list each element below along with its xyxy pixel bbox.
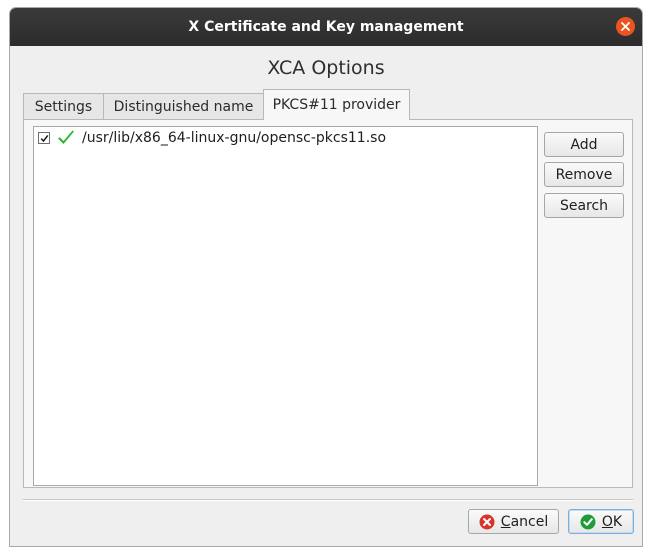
cancel-button-label: Cancel bbox=[500, 513, 549, 530]
close-button[interactable] bbox=[616, 17, 635, 36]
dialog-heading: XCA Options bbox=[267, 57, 385, 79]
search-button[interactable]: Search bbox=[544, 193, 624, 218]
options-dialog-window: X Certificate and Key management XCA Opt… bbox=[9, 7, 643, 547]
tab-settings-label: Settings bbox=[34, 99, 93, 115]
tab-distinguished-name-label: Distinguished name bbox=[113, 99, 254, 115]
cancel-button[interactable]: Cancel bbox=[468, 509, 559, 534]
ok-button-label: OK bbox=[601, 513, 623, 530]
remove-button[interactable]: Remove bbox=[544, 162, 624, 187]
provider-checkbox[interactable] bbox=[38, 132, 50, 144]
checkmark-icon bbox=[40, 134, 48, 142]
search-button-label: Search bbox=[559, 197, 609, 214]
provider-path: /usr/lib/x86_64-linux-gnu/opensc-pkcs11.… bbox=[82, 130, 387, 146]
ok-check-icon bbox=[580, 514, 596, 530]
pkcs11-provider-pane: /usr/lib/x86_64-linux-gnu/opensc-pkcs11.… bbox=[23, 119, 633, 488]
green-check-icon bbox=[57, 129, 75, 147]
tab-settings[interactable]: Settings bbox=[23, 93, 104, 120]
list-item[interactable]: /usr/lib/x86_64-linux-gnu/opensc-pkcs11.… bbox=[34, 127, 537, 149]
tab-pkcs11-provider[interactable]: PKCS#11 provider bbox=[263, 89, 410, 120]
remove-button-label: Remove bbox=[555, 166, 613, 183]
tab-distinguished-name[interactable]: Distinguished name bbox=[103, 93, 264, 120]
close-icon bbox=[621, 22, 630, 31]
ok-button[interactable]: OK bbox=[568, 509, 634, 534]
window-title: X Certificate and Key management bbox=[188, 19, 464, 35]
tab-bar: Settings Distinguished name PKCS#11 prov… bbox=[23, 88, 410, 120]
tab-pkcs11-provider-label: PKCS#11 provider bbox=[272, 97, 401, 113]
add-button-label: Add bbox=[570, 136, 598, 153]
footer-separator bbox=[23, 499, 633, 501]
title-bar[interactable]: X Certificate and Key management bbox=[10, 8, 642, 46]
add-button[interactable]: Add bbox=[544, 132, 624, 157]
cancel-icon bbox=[479, 514, 495, 530]
provider-list[interactable]: /usr/lib/x86_64-linux-gnu/opensc-pkcs11.… bbox=[33, 126, 538, 486]
